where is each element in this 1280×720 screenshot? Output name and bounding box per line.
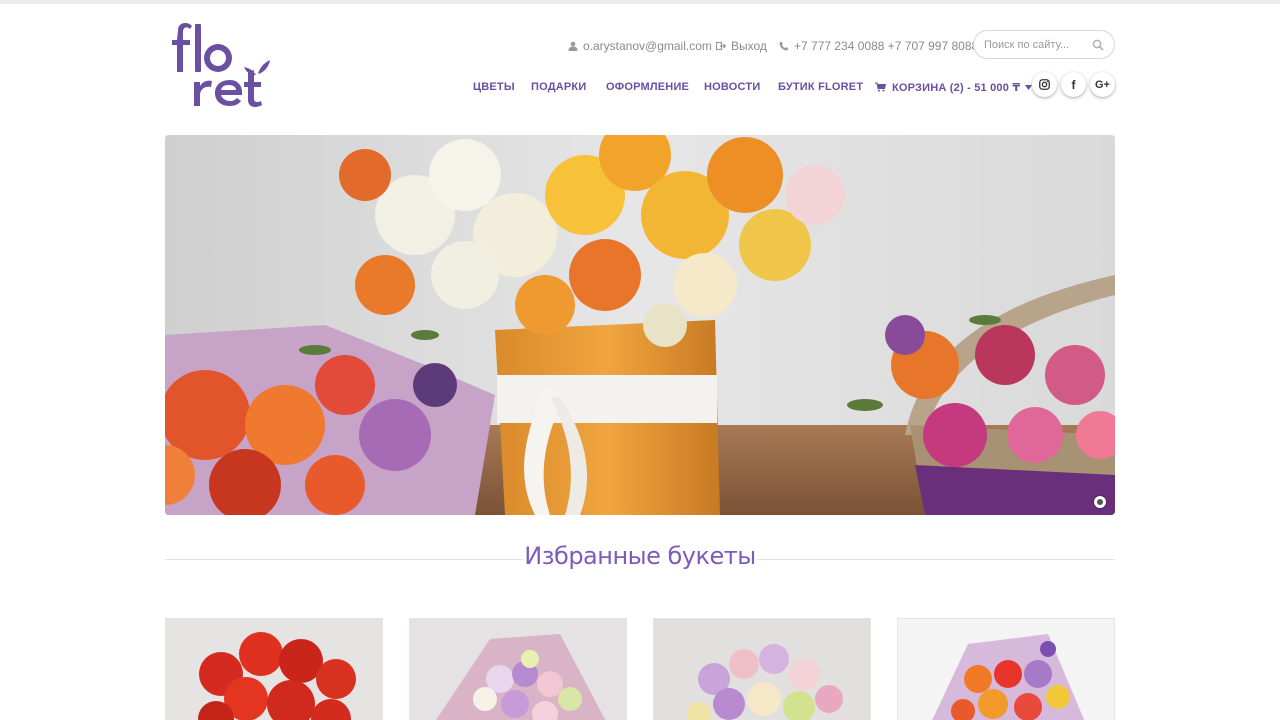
phone-numbers[interactable]: +7 777 234 0088 +7 707 997 8088	[779, 39, 978, 53]
featured-title: Избранные букеты	[524, 542, 756, 570]
floret-logo-mark	[172, 22, 270, 108]
instagram-icon	[1039, 79, 1050, 90]
nav-item-flowers[interactable]: ЦВЕТЫ	[473, 81, 515, 93]
logout-link[interactable]: Выход	[716, 39, 767, 53]
cart-icon	[875, 82, 886, 92]
product-card-3[interactable]	[653, 618, 871, 720]
user-icon	[568, 41, 578, 51]
nav-item-news[interactable]: НОВОСТИ	[704, 81, 760, 93]
slider-dot-1[interactable]	[1094, 496, 1106, 508]
instagram-button[interactable]	[1032, 72, 1057, 97]
floret-logo[interactable]	[164, 20, 280, 110]
product-card-1[interactable]	[165, 618, 383, 720]
nav-item-gifts[interactable]: ПОДАРКИ	[531, 81, 586, 93]
user-email: o.arystanov@gmail.com	[583, 39, 712, 53]
phones-wrap: +7 777 234 0088 +7 707 997 8088	[779, 38, 978, 54]
search-icon[interactable]	[1092, 39, 1104, 51]
logout-wrap: Выход	[716, 38, 767, 54]
google-plus-button[interactable]: G+	[1090, 72, 1115, 97]
google-plus-icon: G+	[1095, 78, 1110, 91]
bright-bouquet-image	[898, 619, 1114, 720]
phone-icon	[779, 41, 789, 51]
logout-label: Выход	[731, 39, 767, 53]
contact-row: o.arystanov@gmail.com	[568, 38, 712, 54]
red-roses-image	[166, 619, 382, 720]
search-input[interactable]	[984, 38, 1088, 51]
user-email-link[interactable]: o.arystanov@gmail.com	[568, 39, 712, 53]
cart-label: КОРЗИНА (2) - 51 000 ₸	[892, 81, 1021, 94]
nav-item-decoration[interactable]: ОФОРМЛЕНИЕ	[606, 81, 689, 93]
facebook-button[interactable]: f	[1061, 72, 1086, 97]
top-strip	[0, 0, 1280, 4]
product-card-2[interactable]	[409, 618, 627, 720]
search-box[interactable]	[973, 30, 1115, 59]
nav-item-boutique[interactable]: БУТИК FLORET	[778, 81, 863, 93]
lilac-bouquet-image	[654, 619, 870, 720]
title-rule-right	[757, 559, 1115, 560]
phone-numbers-text: +7 777 234 0088 +7 707 997 8088	[794, 39, 979, 53]
product-card-4[interactable]	[897, 618, 1115, 720]
cart-menu[interactable]: КОРЗИНА (2) - 51 000 ₸	[875, 81, 1033, 94]
title-rule-left	[165, 559, 523, 560]
facebook-icon: f	[1071, 77, 1076, 92]
logout-icon	[716, 41, 726, 51]
hero-flowers-image	[165, 135, 1115, 515]
pastel-bouquet-image	[410, 619, 626, 720]
hero-slider[interactable]	[165, 135, 1115, 515]
